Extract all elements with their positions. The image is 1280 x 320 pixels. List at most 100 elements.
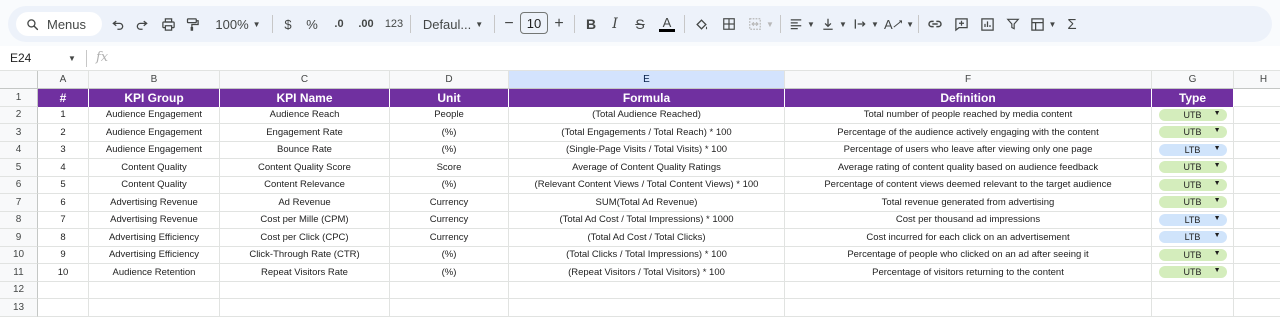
row-header-5[interactable]: 5 — [0, 159, 38, 177]
table-cell[interactable]: SUM(Total Ad Revenue) — [509, 194, 785, 212]
table-cell[interactable]: Ad Revenue — [220, 194, 390, 212]
table-cell[interactable]: UTB ▼ — [1152, 194, 1234, 212]
table-cell[interactable] — [1234, 177, 1280, 194]
table-cell[interactable]: Content Relevance — [220, 176, 390, 194]
table-cell[interactable]: (Total Clicks / Total Impressions) * 100 — [509, 246, 785, 264]
insert-comment-icon[interactable] — [952, 12, 970, 36]
table-cell[interactable]: (%) — [390, 176, 509, 194]
type-dropdown-chip[interactable]: LTB ▼ — [1158, 213, 1227, 226]
table-cell[interactable]: Total revenue generated from advertising — [785, 194, 1152, 212]
row-header-8[interactable]: 8 — [0, 211, 38, 229]
type-dropdown-chip[interactable]: LTB ▼ — [1158, 143, 1227, 156]
column-header-f[interactable]: F — [785, 71, 1152, 89]
row-header-9[interactable]: 9 — [0, 229, 38, 247]
column-header-g[interactable]: G — [1152, 71, 1234, 89]
type-dropdown-chip[interactable]: UTB ▼ — [1158, 126, 1227, 139]
row-header-7[interactable]: 7 — [0, 194, 38, 212]
table-cell[interactable]: (Total Ad Cost / Total Impressions) * 10… — [509, 211, 785, 229]
empty-cell[interactable] — [390, 281, 509, 299]
column-header-c[interactable]: C — [220, 71, 390, 89]
table-cell[interactable] — [1234, 107, 1280, 124]
insert-chart-icon[interactable] — [978, 12, 996, 36]
table-cell[interactable]: LTB ▼ — [1152, 229, 1234, 247]
table-cell[interactable]: Average of Content Quality Ratings — [509, 159, 785, 177]
table-cell[interactable]: (Single-Page Visits / Total Visits) * 10… — [509, 141, 785, 159]
table-cell[interactable]: Cost per Click (CPC) — [220, 229, 390, 247]
insert-link-icon[interactable] — [926, 12, 944, 36]
percent-format-button[interactable]: % — [304, 12, 320, 36]
table-cell[interactable]: Percentage of users who leave after view… — [785, 141, 1152, 159]
type-dropdown-chip[interactable]: UTB ▼ — [1158, 196, 1227, 209]
table-cell[interactable]: (Total Audience Reached) — [509, 106, 785, 124]
font-size-input[interactable]: 10 — [520, 12, 548, 34]
print-icon[interactable] — [158, 12, 178, 36]
table-cell[interactable]: Audience Reach — [220, 106, 390, 124]
table-cell[interactable]: Engagement Rate — [220, 124, 390, 142]
empty-cell[interactable] — [785, 299, 1152, 317]
type-dropdown-chip[interactable]: UTB ▼ — [1158, 161, 1227, 174]
column-header-d[interactable]: D — [390, 71, 509, 89]
empty-cell[interactable] — [509, 299, 785, 317]
table-cell[interactable] — [1234, 247, 1280, 264]
table-cell[interactable]: (Total Engagements / Total Reach) * 100 — [509, 124, 785, 142]
italic-icon[interactable]: I — [608, 12, 622, 36]
type-dropdown-chip[interactable]: UTB ▼ — [1158, 266, 1227, 279]
text-rotation-icon[interactable]: A ▼ — [884, 12, 914, 36]
table-cell[interactable]: People — [390, 106, 509, 124]
table-cell[interactable]: Content Quality — [89, 176, 220, 194]
table-cell[interactable]: Currency — [390, 229, 509, 247]
fill-color-icon[interactable] — [692, 12, 710, 36]
table-cell[interactable]: Audience Engagement — [89, 106, 220, 124]
type-dropdown-chip[interactable]: UTB ▼ — [1158, 178, 1227, 191]
table-cell[interactable]: 3 — [38, 141, 89, 159]
table-cell[interactable]: Cost incurred for each click on an adver… — [785, 229, 1152, 247]
row-header-2[interactable]: 2 — [0, 106, 38, 124]
table-cell[interactable] — [1234, 264, 1280, 282]
empty-cell[interactable] — [89, 299, 220, 317]
table-cell[interactable]: Repeat Visitors Rate — [220, 264, 390, 282]
type-dropdown-chip[interactable]: UTB ▼ — [1158, 248, 1227, 261]
table-cell[interactable]: UTB ▼ — [1152, 159, 1234, 177]
table-cell[interactable]: 1 — [38, 106, 89, 124]
table-cell[interactable]: 2 — [38, 124, 89, 142]
table-cell[interactable] — [1234, 159, 1280, 177]
row-header-4[interactable]: 4 — [0, 141, 38, 159]
table-cell[interactable]: Content Quality — [89, 159, 220, 177]
table-cell[interactable]: 6 — [38, 194, 89, 212]
decrease-decimal-button[interactable]: .0 — [328, 12, 350, 36]
table-cell[interactable] — [1234, 212, 1280, 229]
table-cell[interactable]: Audience Engagement — [89, 141, 220, 159]
vertical-align-icon[interactable]: ▼ — [820, 12, 848, 36]
column-header-e[interactable]: E — [509, 71, 785, 89]
row-header-3[interactable]: 3 — [0, 124, 38, 142]
select-all-corner[interactable] — [0, 71, 38, 89]
row-header-6[interactable]: 6 — [0, 176, 38, 194]
table-cell[interactable]: (Total Ad Cost / Total Clicks) — [509, 229, 785, 247]
row-header-12[interactable]: 12 — [0, 281, 38, 299]
table-cell[interactable]: (Relevant Content Views / Total Content … — [509, 176, 785, 194]
filter-views-icon[interactable]: ▼ — [1028, 12, 1058, 36]
empty-cell[interactable] — [220, 299, 390, 317]
empty-cell[interactable] — [390, 299, 509, 317]
empty-cell[interactable] — [1152, 281, 1234, 299]
chevron-down-icon[interactable]: ▼ — [68, 54, 76, 63]
currency-format-button[interactable]: $ — [280, 12, 296, 36]
table-cell[interactable]: 9 — [38, 246, 89, 264]
table-cell[interactable]: UTB ▼ — [1152, 124, 1234, 142]
table-cell[interactable]: Percentage of the audience actively enga… — [785, 124, 1152, 142]
table-cell[interactable]: Click-Through Rate (CTR) — [220, 246, 390, 264]
table-cell[interactable]: Total number of people reached by media … — [785, 106, 1152, 124]
functions-icon[interactable]: Σ — [1064, 12, 1080, 36]
table-cell[interactable]: 10 — [38, 264, 89, 282]
type-dropdown-chip[interactable]: UTB ▼ — [1158, 108, 1227, 121]
table-cell[interactable]: UTB ▼ — [1152, 264, 1234, 282]
table-cell[interactable]: Bounce Rate — [220, 141, 390, 159]
table-cell[interactable]: Currency — [390, 211, 509, 229]
empty-cell[interactable] — [1234, 299, 1280, 317]
font-family-select[interactable]: Defaul... ▼ — [420, 12, 486, 36]
empty-cell[interactable] — [220, 281, 390, 299]
zoom-select[interactable]: 100% ▼ — [212, 12, 264, 36]
empty-cell[interactable] — [785, 281, 1152, 299]
menus-search-button[interactable]: Menus — [16, 12, 102, 36]
table-cell[interactable]: Advertising Revenue — [89, 194, 220, 212]
